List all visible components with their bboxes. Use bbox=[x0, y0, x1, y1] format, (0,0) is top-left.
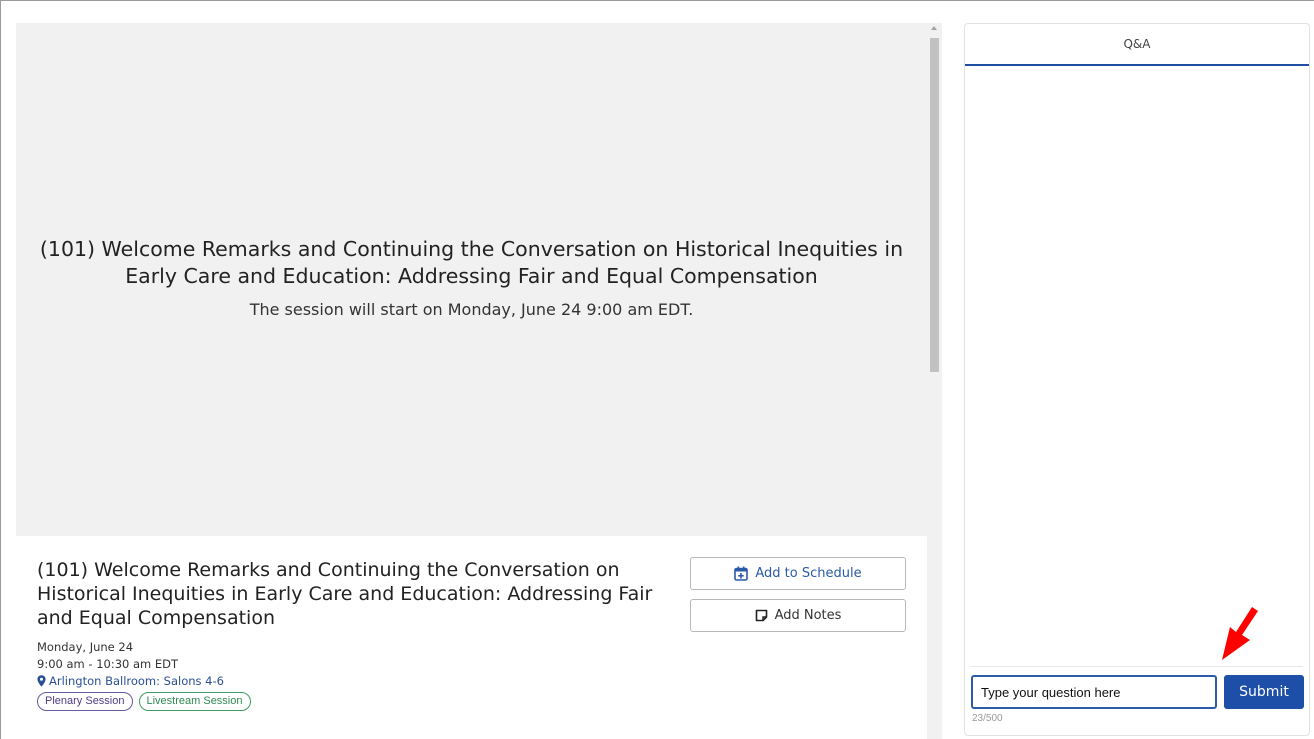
session-time: 9:00 am - 10:30 am EDT bbox=[37, 657, 179, 671]
session-title: (101) Welcome Remarks and Continuing the… bbox=[37, 559, 653, 629]
session-date: Monday, June 24 bbox=[37, 640, 134, 654]
tag-livestream-session[interactable]: Livestream Session bbox=[138, 692, 251, 711]
session-location-link[interactable]: Arlington Ballroom: Salons 4-6 bbox=[37, 674, 224, 688]
scroll-up-arrow-icon[interactable] bbox=[931, 26, 937, 30]
map-pin-icon bbox=[37, 675, 46, 687]
session-tags: Plenary Session Livestream Session bbox=[37, 692, 251, 711]
add-to-schedule-button[interactable]: Add to Schedule bbox=[690, 557, 906, 590]
scrollbar-thumb[interactable] bbox=[930, 38, 939, 372]
question-input[interactable] bbox=[971, 675, 1217, 709]
player-session-title: (101) Welcome Remarks and Continuing the… bbox=[39, 237, 904, 288]
session-details: (101) Welcome Remarks and Continuing the… bbox=[16, 536, 927, 739]
tab-qa[interactable]: Q&A bbox=[965, 24, 1309, 66]
add-notes-label: Add Notes bbox=[774, 608, 842, 623]
qa-divider bbox=[971, 666, 1303, 667]
submit-button[interactable]: Submit bbox=[1224, 675, 1304, 709]
main-scrollbar[interactable] bbox=[927, 23, 942, 739]
player-start-status: The session will start on Monday, June 2… bbox=[249, 300, 694, 319]
video-player[interactable]: (101) Welcome Remarks and Continuing the… bbox=[16, 23, 927, 536]
main-content: (101) Welcome Remarks and Continuing the… bbox=[16, 23, 942, 739]
sticky-note-icon bbox=[755, 609, 767, 622]
calendar-plus-icon bbox=[734, 566, 749, 581]
add-to-schedule-label: Add to Schedule bbox=[755, 566, 862, 581]
red-arrow-annotation bbox=[1222, 607, 1258, 660]
add-notes-button[interactable]: Add Notes bbox=[690, 599, 906, 632]
tag-plenary-session[interactable]: Plenary Session bbox=[37, 692, 133, 711]
character-count: 23/500 bbox=[972, 713, 1003, 724]
session-location-label: Arlington Ballroom: Salons 4-6 bbox=[49, 674, 224, 688]
